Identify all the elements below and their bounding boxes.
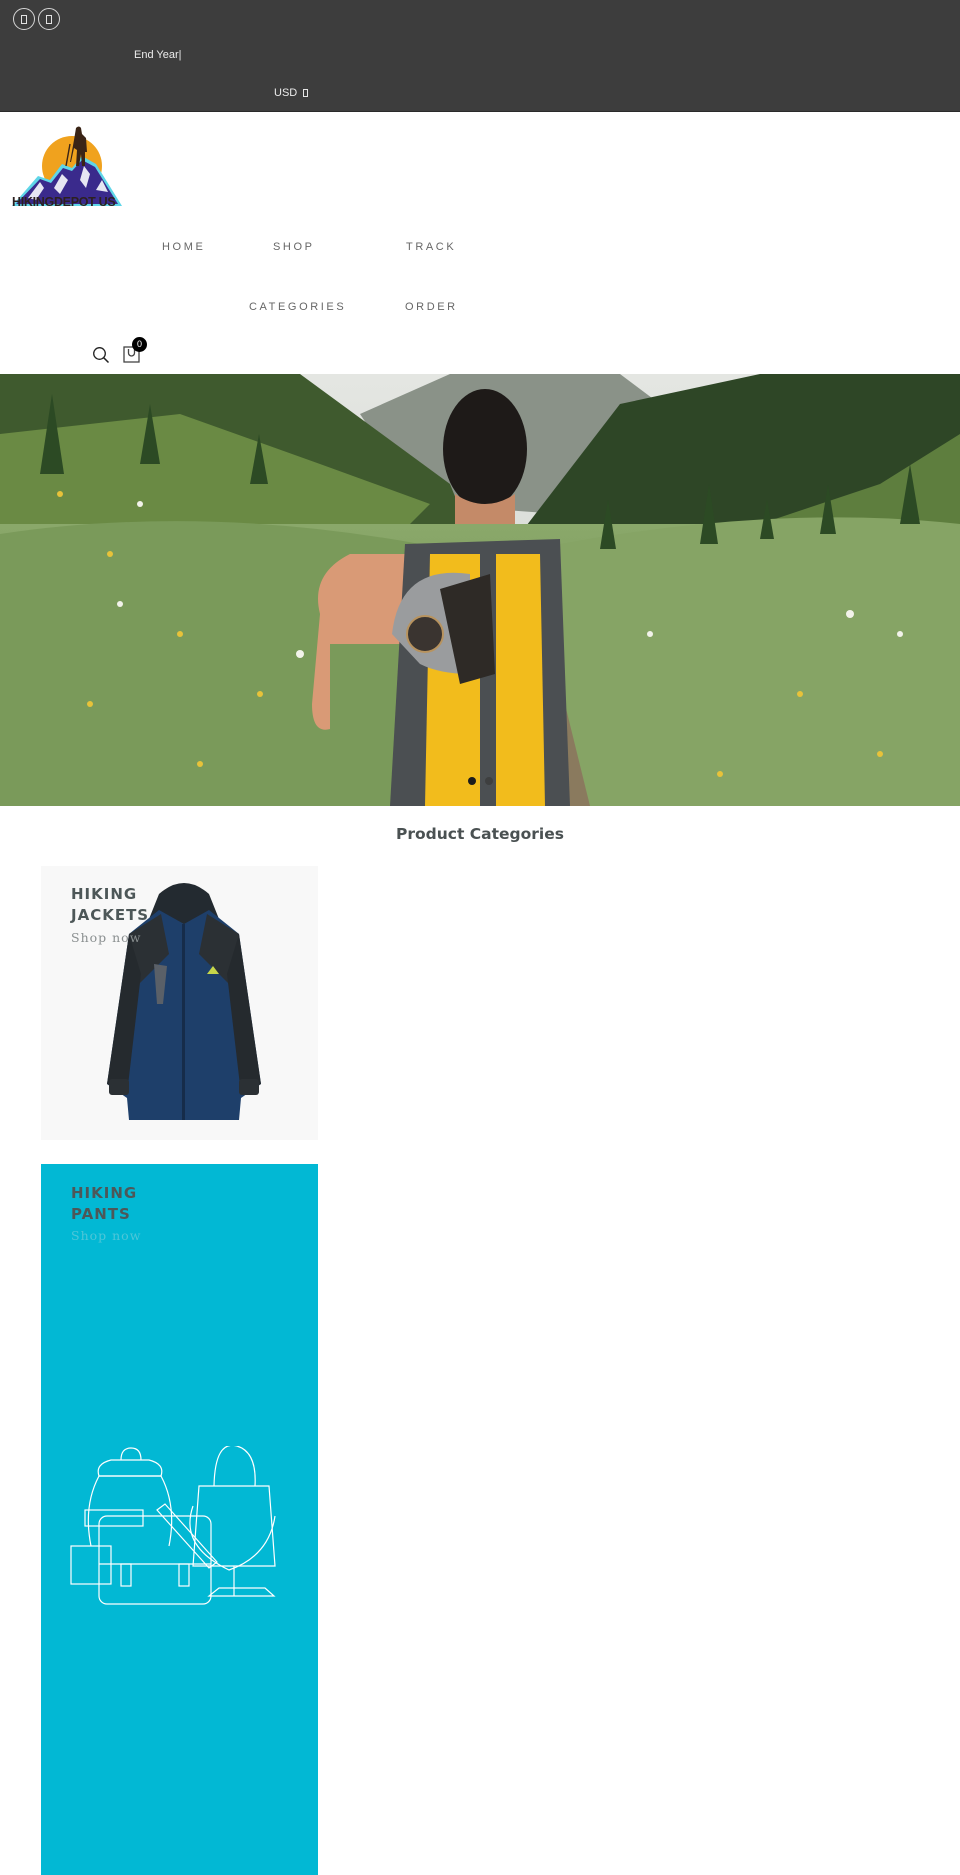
category-title: HIKING JACKETS bbox=[71, 884, 149, 926]
currency-selector[interactable]: USD bbox=[274, 87, 309, 99]
shop-now-link[interactable]: Shop now bbox=[71, 1228, 141, 1243]
instagram-icon[interactable] bbox=[38, 8, 60, 30]
nav-track[interactable]: TRACK bbox=[406, 241, 456, 253]
category-title-line2: JACKETS bbox=[71, 906, 150, 924]
section-title: Product Categories bbox=[396, 825, 564, 843]
cart-count-badge: 0 bbox=[132, 337, 147, 352]
category-title-line1: HIKING bbox=[71, 885, 138, 903]
category-card-pants[interactable]: HIKING PANTS Shop now bbox=[41, 1164, 318, 1875]
nav-shop[interactable]: SHOP bbox=[273, 241, 315, 253]
bags-illustration bbox=[70, 1446, 276, 1605]
category-card-jackets[interactable]: HIKING JACKETS Shop now bbox=[41, 866, 318, 1140]
nav-home[interactable]: HOME bbox=[162, 241, 205, 253]
facebook-icon[interactable] bbox=[13, 8, 35, 30]
category-title-line1: HIKING bbox=[71, 1184, 138, 1202]
promo-text: End Year| bbox=[134, 49, 182, 61]
nav-order[interactable]: ORDER bbox=[405, 301, 458, 313]
nav-categories[interactable]: CATEGORIES bbox=[249, 301, 346, 313]
logo-text: HIKINGDEPOT US bbox=[12, 195, 116, 209]
social-links bbox=[13, 8, 60, 30]
slider-dot-2[interactable] bbox=[485, 777, 493, 785]
hero-image bbox=[0, 374, 960, 806]
slider-dot-1[interactable] bbox=[468, 777, 476, 785]
chevron-down-icon bbox=[303, 89, 309, 97]
top-bar: End Year| USD bbox=[0, 0, 960, 112]
search-icon[interactable] bbox=[92, 346, 110, 364]
shop-now-link[interactable]: Shop now bbox=[71, 930, 141, 945]
category-title: HIKING PANTS bbox=[71, 1183, 137, 1225]
hero-slider[interactable] bbox=[0, 374, 960, 806]
category-title-line2: PANTS bbox=[71, 1205, 131, 1223]
currency-label: USD bbox=[274, 87, 298, 99]
